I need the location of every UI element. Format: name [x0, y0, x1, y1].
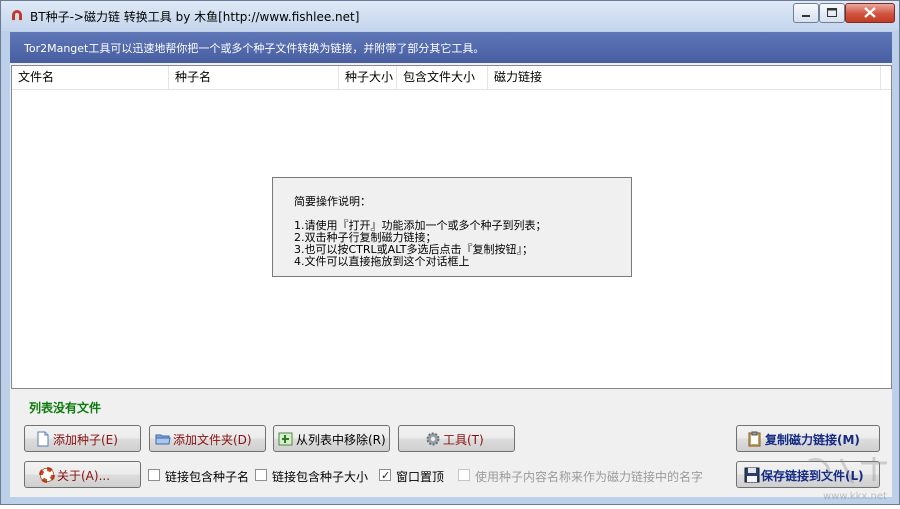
- list-header: 文件名 种子名 种子大小 包含文件大小 磁力链接: [12, 66, 891, 90]
- lifebuoy-icon: [39, 467, 55, 483]
- add-torrent-button[interactable]: 添加种子(E): [24, 425, 141, 452]
- include-torrent-name-label: 链接包含种子名: [165, 470, 250, 484]
- remove-icon: [278, 432, 293, 446]
- minimize-button[interactable]: [793, 3, 819, 23]
- site-watermark: www.kkx.net: [791, 453, 900, 506]
- remove-from-list-button[interactable]: 从列表中移除(R): [273, 425, 390, 452]
- include-torrent-size-label: 链接包含种子大小: [272, 470, 369, 484]
- watermark-text: www.kkx.net: [823, 491, 887, 502]
- maximize-button[interactable]: [819, 3, 845, 23]
- about-button[interactable]: 关于(A)...: [24, 461, 141, 488]
- maximize-icon: [827, 8, 837, 17]
- copy-magnet-label: 复制磁力链接(M): [765, 433, 860, 447]
- app-window: BT种子->磁力链 转换工具 by 木鱼[http://www.fishlee.…: [0, 0, 900, 505]
- close-icon: [864, 7, 876, 18]
- help-line: 4.文件可以直接拖放到这个对话框上: [294, 255, 470, 268]
- title-bar[interactable]: BT种子->磁力链 转换工具 by 木鱼[http://www.fishlee.…: [1, 1, 899, 31]
- column-header-content-size[interactable]: 包含文件大小: [397, 66, 488, 89]
- banner-text: Tor2Manget工具可以迅速地帮你把一个或多个种子文件转换为链接，并附带了部…: [24, 42, 485, 55]
- column-header-magnet-link[interactable]: 磁力链接: [488, 66, 881, 89]
- add-folder-label: 添加文件夹(D): [173, 433, 252, 447]
- use-content-name-label: 使用种子内容名称来作为磁力链接中的名字: [475, 470, 704, 484]
- description-banner: Tor2Manget工具可以迅速地帮你把一个或多个种子文件转换为链接，并附带了部…: [10, 32, 892, 63]
- checkbox-box: [458, 469, 470, 481]
- add-torrent-label: 添加种子(E): [53, 433, 118, 447]
- tools-button[interactable]: 工具(T): [398, 425, 515, 452]
- checkbox-box: ✓: [379, 469, 391, 482]
- list-status-text: 列表没有文件: [29, 401, 102, 415]
- magnet-icon: [12, 10, 22, 22]
- checkmark-icon: ✓: [381, 469, 391, 482]
- help-box: 简要操作说明： 1.请使用『打开』功能添加一个或多个种子到列表； 2.双击种子行…: [272, 177, 632, 277]
- checkbox-box: [255, 469, 267, 481]
- torrent-list[interactable]: 文件名 种子名 种子大小 包含文件大小 磁力链接 简要操作说明： 1.请使用『打…: [11, 65, 892, 389]
- column-header-filename[interactable]: 文件名: [12, 66, 169, 89]
- help-title: 简要操作说明：: [294, 195, 371, 208]
- clipboard-icon: [748, 431, 761, 447]
- floppy-disk-icon: [744, 467, 760, 483]
- add-folder-button[interactable]: 添加文件夹(D): [149, 425, 266, 452]
- minimize-icon: [802, 15, 810, 17]
- folder-icon: [155, 434, 171, 445]
- tools-label: 工具(T): [443, 433, 484, 447]
- checkbox-box: [148, 469, 160, 481]
- window-on-top-label: 窗口置顶: [396, 470, 445, 484]
- document-icon: [37, 431, 49, 447]
- about-label: 关于(A)...: [57, 469, 111, 483]
- remove-from-list-label: 从列表中移除(R): [296, 433, 386, 447]
- copy-magnet-button[interactable]: 复制磁力链接(M): [736, 425, 880, 452]
- close-button[interactable]: [845, 3, 895, 23]
- column-header-torrent-name[interactable]: 种子名: [169, 66, 339, 89]
- column-header-torrent-size[interactable]: 种子大小: [339, 66, 397, 89]
- window-title: BT种子->磁力链 转换工具 by 木鱼[http://www.fishlee.…: [30, 10, 360, 24]
- gear-icon: [426, 432, 440, 446]
